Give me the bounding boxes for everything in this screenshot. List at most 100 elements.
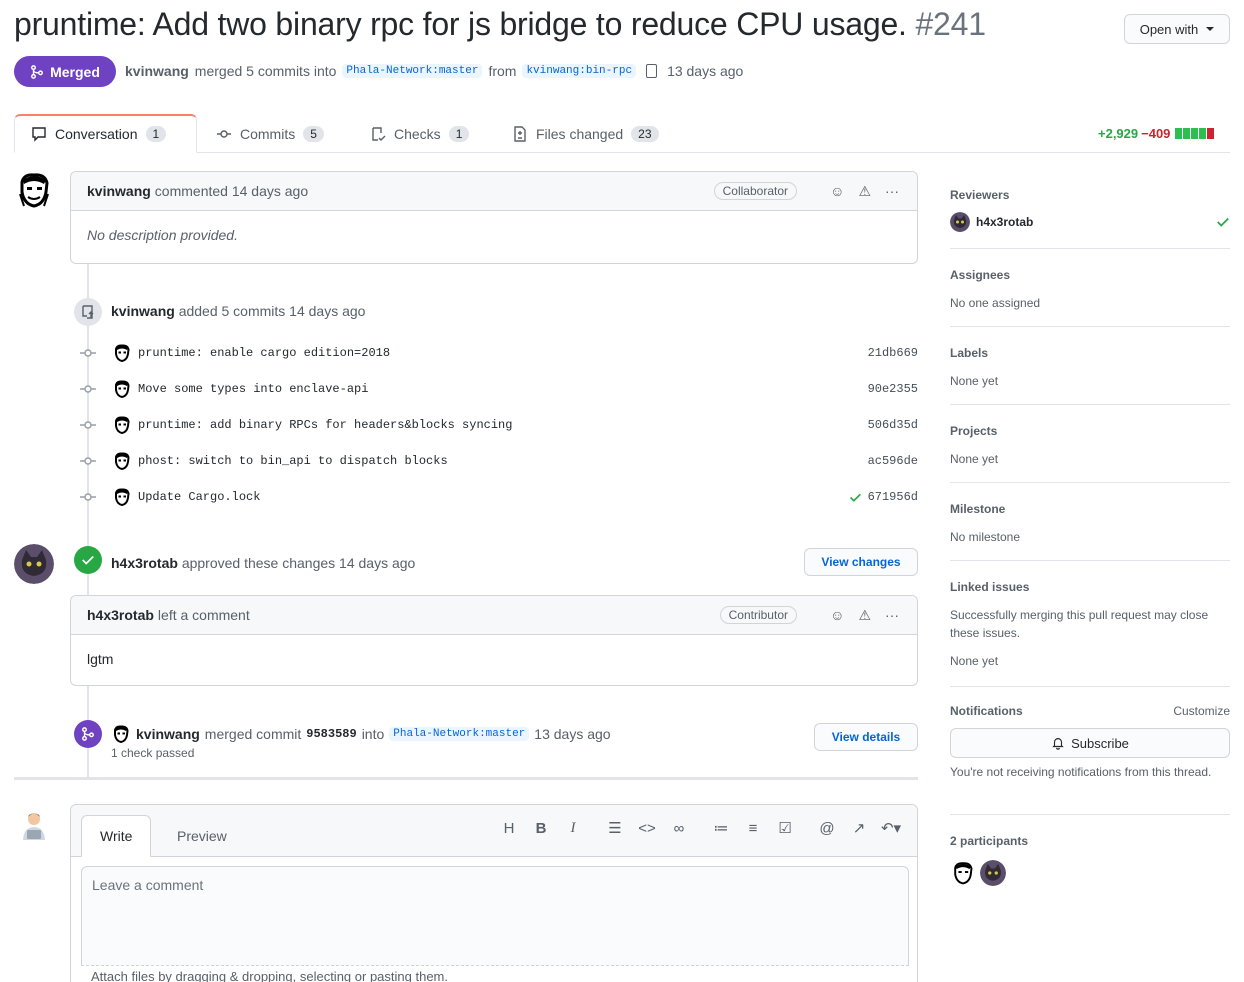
sidebar-divider — [950, 482, 1230, 483]
event-author[interactable]: kvinwang — [111, 303, 175, 319]
labels-title[interactable]: Labels — [950, 346, 1230, 360]
quote-icon[interactable]: ☰ — [599, 819, 631, 837]
commit-author-avatar[interactable] — [112, 487, 132, 507]
comment-time[interactable]: commented 14 days ago — [155, 183, 308, 199]
mention-icon[interactable]: @ — [811, 820, 843, 837]
merge-time: 13 days ago — [534, 726, 611, 742]
tab-write[interactable]: Write — [81, 815, 152, 857]
avatar-kvinwang[interactable] — [14, 170, 54, 210]
view-details-button[interactable]: View details — [814, 723, 918, 751]
saved-replies-icon[interactable]: ↶▾ — [875, 819, 907, 837]
commit-author-avatar[interactable] — [112, 379, 132, 399]
bullet-list-icon[interactable]: ≔ — [705, 819, 737, 837]
avatar-h4x3rotab[interactable] — [14, 544, 54, 584]
comment-card: kvinwang commented 14 days ago Collabora… — [70, 171, 918, 264]
projects-title[interactable]: Projects — [950, 424, 1230, 438]
commit-icon — [80, 492, 96, 502]
commit-message[interactable]: Move some types into enclave-api — [138, 382, 368, 396]
milestone-title[interactable]: Milestone — [950, 502, 1230, 516]
author-link[interactable]: kvinwang — [125, 63, 189, 79]
tab-commits[interactable]: Commits 5 — [200, 114, 340, 153]
tab-label: Files changed — [536, 125, 624, 142]
attach-files-hint[interactable]: Attach files by dragging & dropping, sel… — [91, 969, 448, 982]
reviewer-avatar[interactable] — [950, 212, 970, 232]
sidebar-divider — [950, 404, 1230, 405]
commits-event-text: kvinwang added 5 commits 14 days ago — [111, 303, 365, 319]
commit-message[interactable]: phost: switch to bin_api to dispatch blo… — [138, 454, 448, 468]
commit-sha-link[interactable]: 90e2355 — [868, 382, 918, 396]
customize-link[interactable]: Customize — [1173, 704, 1230, 718]
assignees-title[interactable]: Assignees — [950, 268, 1230, 282]
participant-avatar-h4x3rotab[interactable] — [980, 860, 1006, 886]
pr-meta: kvinwang merged 5 commits into Phala-Net… — [125, 63, 743, 79]
commit-sha: 90e2355 — [868, 382, 918, 396]
report-icon[interactable]: ⚠ — [858, 183, 871, 200]
link-icon[interactable]: ∞ — [663, 820, 695, 837]
comment-editor: Write Preview H B I ☰ <> ∞ ≔ ≡ ☑ @ ↗ ↶▾ … — [70, 804, 918, 982]
commit-sha: 506d35d — [868, 418, 918, 432]
review-event-text: h4x3rotab approved these changes 14 days… — [111, 555, 415, 571]
merge-author[interactable]: kvinwang — [136, 726, 200, 742]
commit-sha: 671956d — [849, 490, 918, 504]
checks-passed[interactable]: 1 check passed — [111, 746, 194, 760]
participants-title: 2 participants — [950, 834, 1029, 848]
sidebar-linked-issues: Linked issues Successfully merging this … — [950, 580, 1230, 670]
avatar-current-user[interactable] — [20, 810, 48, 842]
markdown-toolbar: H B I ☰ <> ∞ ≔ ≡ ☑ @ ↗ ↶▾ — [493, 819, 907, 838]
comment-author[interactable]: kvinwang — [87, 183, 151, 199]
tab-files-changed[interactable]: Files changed 23 — [496, 114, 675, 153]
reviewers-title[interactable]: Reviewers — [950, 188, 1230, 202]
bold-icon[interactable]: B — [525, 820, 557, 837]
commit-message[interactable]: pruntime: add binary RPCs for headers&bl… — [138, 418, 512, 432]
commit-sha-link[interactable]: 506d35d — [868, 418, 918, 432]
report-icon[interactable]: ⚠ — [858, 607, 871, 624]
kebab-menu-icon[interactable]: ··· — [885, 183, 899, 199]
merge-text: merged commit — [204, 726, 302, 742]
commit-author-avatar[interactable] — [112, 343, 132, 363]
commit-message[interactable]: pruntime: enable cargo edition=2018 — [138, 346, 390, 360]
commit-author-avatar[interactable] — [112, 451, 132, 471]
numbered-list-icon[interactable]: ≡ — [737, 820, 769, 837]
commit-icon — [217, 129, 231, 138]
open-with-button[interactable]: Open with — [1124, 14, 1230, 44]
comment-header: kvinwang commented 14 days ago Collabora… — [71, 172, 917, 211]
head-branch[interactable]: kvinwang:bin-rpc — [522, 64, 637, 78]
linked-issues-title[interactable]: Linked issues — [950, 580, 1230, 594]
approved-check-icon — [74, 546, 102, 574]
clipboard-icon[interactable] — [646, 64, 658, 78]
sidebar-reviewers: Reviewers h4x3rotab — [950, 188, 1230, 232]
commit-sha-link[interactable]: 671956d — [868, 490, 918, 504]
tab-conversation[interactable]: Conversation 1 — [14, 114, 197, 153]
smiley-icon[interactable]: ☺ — [830, 183, 844, 199]
kebab-menu-icon[interactable]: ··· — [885, 607, 899, 623]
merge-sha[interactable]: 9583589 — [306, 727, 356, 741]
reviewer-name[interactable]: h4x3rotab — [976, 215, 1033, 229]
code-icon[interactable]: <> — [631, 820, 663, 837]
heading-icon[interactable]: H — [493, 820, 525, 837]
state-label: Merged — [50, 63, 100, 80]
comment-textarea[interactable]: Leave a comment — [81, 866, 909, 966]
view-changes-button[interactable]: View changes — [804, 548, 918, 576]
commit-author-avatar[interactable] — [112, 415, 132, 435]
merge-event-icon — [74, 720, 102, 748]
commit-row: Move some types into enclave-api 90e2355 — [80, 377, 918, 401]
participant-avatar-kvinwang[interactable] — [950, 860, 976, 886]
tab-preview[interactable]: Preview — [159, 815, 245, 857]
smiley-icon[interactable]: ☺ — [830, 607, 844, 623]
base-branch[interactable]: Phala-Network:master — [342, 64, 483, 78]
task-list-icon[interactable]: ☑ — [769, 819, 801, 837]
commit-sha: ac596de — [868, 454, 918, 468]
comment-author[interactable]: h4x3rotab — [87, 607, 154, 623]
avatar-kvinwang-small[interactable] — [111, 724, 131, 744]
commit-row: pruntime: add binary RPCs for headers&bl… — [80, 413, 918, 437]
diffstat-block — [1207, 128, 1215, 139]
subscribe-button[interactable]: Subscribe — [950, 728, 1230, 758]
italic-icon[interactable]: I — [557, 820, 589, 837]
tab-checks[interactable]: Checks 1 — [354, 114, 485, 153]
commit-sha-link[interactable]: 21db669 — [868, 346, 918, 360]
cross-reference-icon[interactable]: ↗ — [843, 819, 875, 837]
merge-branch[interactable]: Phala-Network:master — [389, 727, 530, 741]
review-author[interactable]: h4x3rotab — [111, 555, 178, 571]
commit-message[interactable]: Update Cargo.lock — [138, 490, 260, 504]
commit-sha-link[interactable]: ac596de — [868, 454, 918, 468]
